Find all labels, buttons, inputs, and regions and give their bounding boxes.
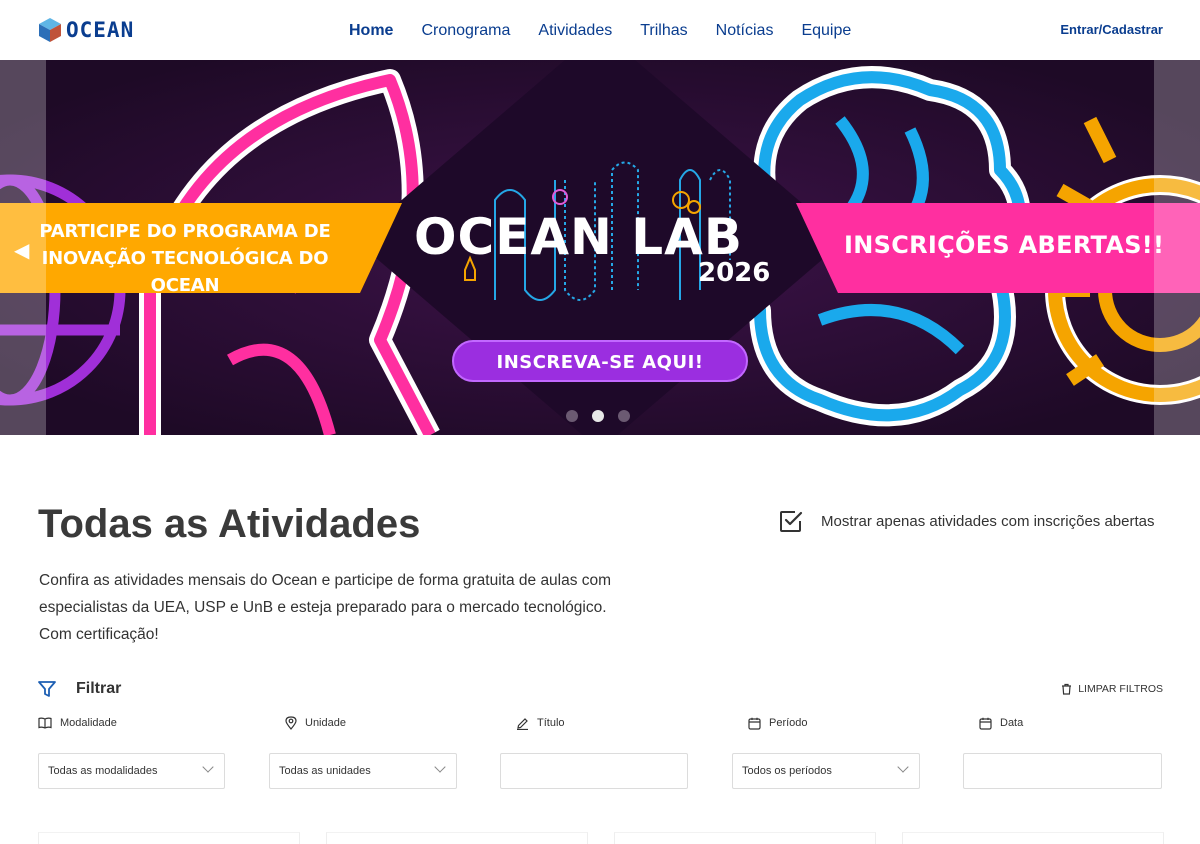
page-title: Todas as Atividades: [38, 502, 421, 546]
login-register-link[interactable]: Entrar/Cadastrar: [1060, 22, 1163, 37]
clear-filters-button[interactable]: LIMPAR FILTROS: [1061, 683, 1163, 695]
carousel-dot[interactable]: [618, 410, 630, 422]
data-filter: Data: [963, 712, 1162, 789]
data-label: Data: [1000, 717, 1024, 729]
modalidade-filter: Modalidade Todas as modalidades: [38, 712, 225, 789]
nav-trilhas[interactable]: Trilhas: [640, 20, 687, 42]
nav-noticias[interactable]: Notícias: [716, 20, 774, 42]
banner-year: 2026: [698, 258, 771, 288]
modalidade-label: Modalidade: [60, 717, 117, 729]
book-icon: [38, 717, 52, 729]
main-nav: Home Cronograma Atividades Trilhas Notíc…: [349, 20, 879, 42]
filter-icon: [38, 681, 56, 697]
banner-left-caption: PARTICIPE DO PROGRAMA DE INOVAÇÃO TECNOL…: [39, 221, 331, 296]
periodo-value: Todos os períodos: [742, 765, 832, 777]
open-registrations-toggle[interactable]: Mostrar apenas atividades com inscrições…: [778, 508, 1155, 534]
site-header: OCEAN Home Cronograma Atividades Trilhas…: [0, 0, 1200, 60]
filter-header: Filtrar: [38, 680, 121, 698]
modalidade-select[interactable]: Todas as modalidades: [38, 753, 225, 789]
activity-card[interactable]: [614, 832, 876, 844]
periodo-filter: Período Todos os períodos: [732, 712, 920, 789]
checkbox-checked-icon[interactable]: [778, 508, 804, 534]
activity-card[interactable]: [38, 832, 300, 844]
carousel-prev-button[interactable]: ◀: [0, 60, 46, 435]
unidade-value: Todas as unidades: [279, 765, 371, 777]
unidade-filter: Unidade Todas as unidades: [269, 712, 457, 789]
chevron-down-icon: [202, 761, 214, 773]
page-description: Confira as atividades mensais do Ocean e…: [39, 572, 612, 643]
carousel-indicators: [566, 410, 630, 422]
cube-logo-icon: [39, 18, 61, 42]
chevron-down-icon: [897, 761, 909, 773]
nav-cronograma[interactable]: Cronograma: [421, 20, 510, 42]
titulo-input[interactable]: [500, 753, 688, 789]
calendar-icon: [979, 717, 992, 730]
signup-cta-button[interactable]: INSCREVA-SE AQUI!: [452, 340, 748, 382]
unidade-label: Unidade: [305, 717, 346, 729]
activity-card[interactable]: [326, 832, 588, 844]
titulo-label: Título: [537, 717, 565, 729]
location-pin-icon: [285, 716, 297, 730]
calendar-icon: [748, 717, 761, 730]
nav-atividades[interactable]: Atividades: [538, 20, 612, 42]
chevron-left-icon: ◀: [14, 240, 30, 262]
clear-filters-label: LIMPAR FILTROS: [1078, 683, 1163, 695]
open-registrations-label: Mostrar apenas atividades com inscrições…: [821, 512, 1155, 530]
pencil-icon: [517, 717, 528, 730]
carousel-dot-active[interactable]: [592, 410, 604, 422]
periodo-label: Período: [769, 717, 808, 729]
carousel-next-button[interactable]: [1154, 60, 1200, 435]
periodo-select[interactable]: Todos os períodos: [732, 753, 920, 789]
modalidade-value: Todas as modalidades: [48, 765, 158, 777]
filter-title: Filtrar: [76, 680, 122, 697]
banner-right-caption: INSCRIÇÕES ABERTAS!!: [844, 231, 1165, 259]
titulo-filter: Título: [500, 712, 688, 789]
chevron-down-icon: [434, 761, 446, 773]
date-input[interactable]: [963, 753, 1162, 789]
hero-carousel[interactable]: PARTICIPE DO PROGRAMA DE INOVAÇÃO TECNOL…: [0, 60, 1200, 435]
nav-equipe[interactable]: Equipe: [801, 20, 851, 42]
carousel-dot[interactable]: [566, 410, 578, 422]
nav-home[interactable]: Home: [349, 20, 393, 42]
trash-icon: [1062, 683, 1072, 695]
ocean-logo[interactable]: OCEAN: [38, 17, 134, 43]
banner-title: OCEAN LAB: [414, 208, 743, 266]
logo-text: OCEAN: [66, 18, 135, 42]
activity-card[interactable]: [902, 832, 1164, 844]
unidade-select[interactable]: Todas as unidades: [269, 753, 457, 789]
